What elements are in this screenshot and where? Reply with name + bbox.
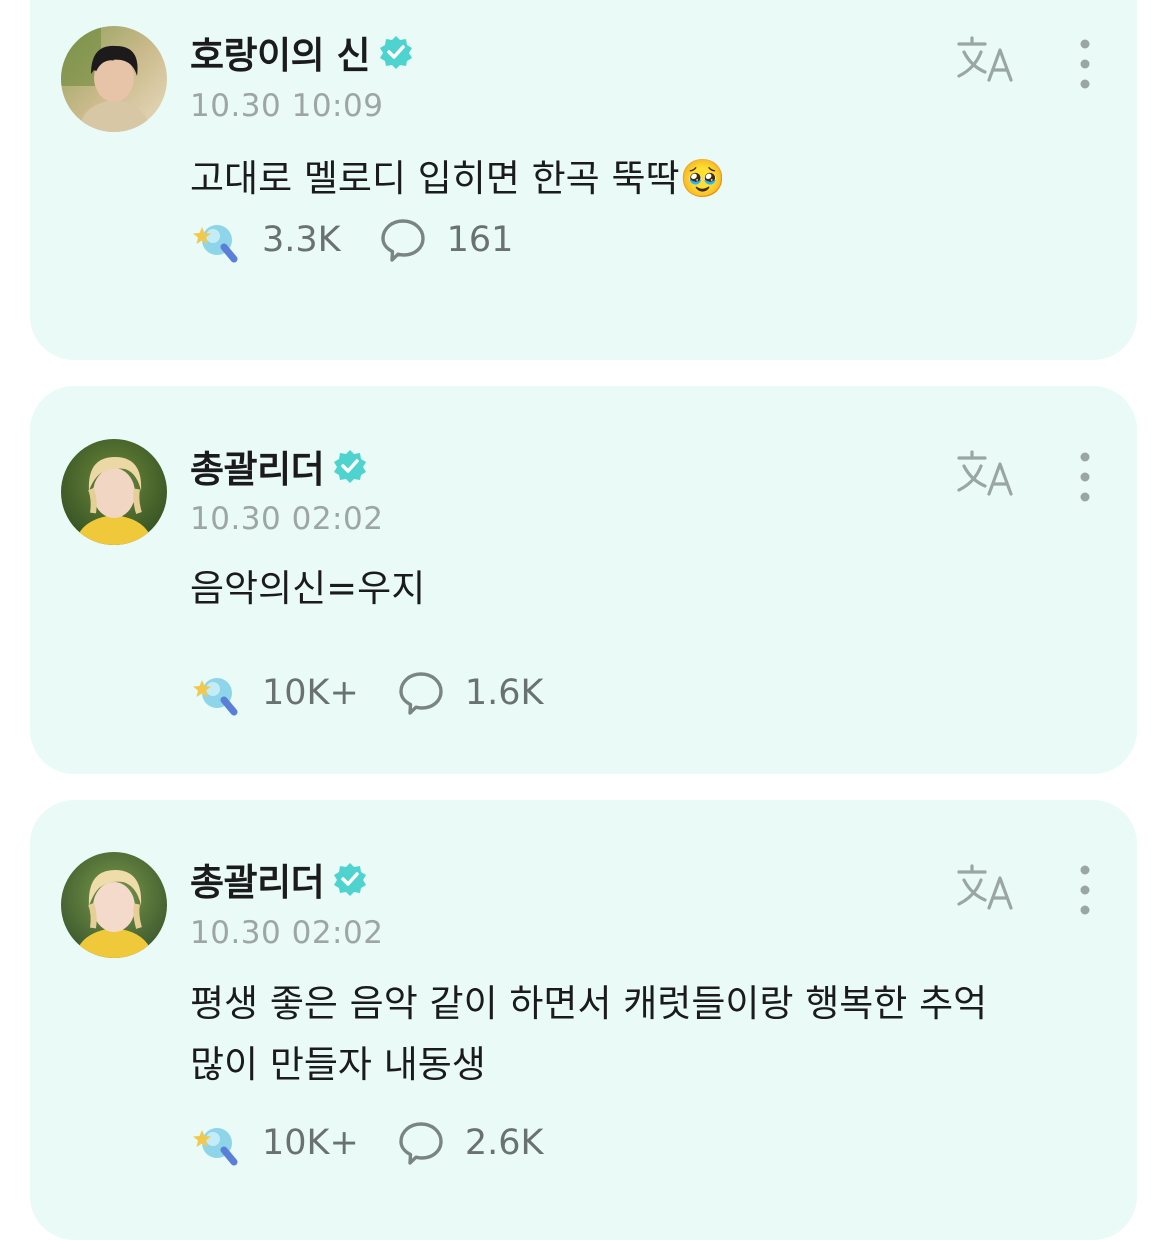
- post-timestamp: 10.30 02:02: [190, 915, 384, 951]
- comment-bubble-icon[interactable]: [397, 1119, 445, 1167]
- translate-icon[interactable]: [955, 34, 1017, 86]
- post-text-line: 음악의신=우지: [190, 567, 426, 610]
- avatar[interactable]: [61, 852, 167, 958]
- reaction-count: 10K+: [262, 673, 359, 713]
- avatar[interactable]: [61, 26, 167, 132]
- author-name[interactable]: 총괄리더: [190, 852, 325, 906]
- lightstick-reaction-icon[interactable]: [190, 215, 242, 265]
- comment-count: 1.6K: [464, 673, 544, 713]
- author-name[interactable]: 호랑이의 신: [190, 25, 371, 79]
- comment-count: 161: [446, 220, 514, 260]
- verified-badge-icon: [378, 34, 414, 70]
- post-card[interactable]: 총괄리더 10.30 02:02 평생 좋은 음악 같이 하면서 캐럿들이랑 행…: [30, 800, 1137, 1240]
- avatar[interactable]: [61, 439, 167, 545]
- verified-badge-icon: [332, 861, 368, 897]
- post-stats: 10K+ 2.6K: [190, 1118, 581, 1168]
- lightstick-reaction-icon[interactable]: [190, 1118, 242, 1168]
- post-text-line: 고대로 멜로디 입히면 한곡 뚝딱🥹: [190, 157, 726, 200]
- post-body: 고대로 멜로디 입히면 한곡 뚝딱🥹: [190, 148, 1110, 209]
- author-row: 총괄리더: [190, 853, 368, 905]
- comment-count: 2.6K: [464, 1123, 544, 1163]
- post-body: 음악의신=우지: [190, 558, 1110, 619]
- comment-bubble-icon[interactable]: [379, 216, 427, 264]
- author-name[interactable]: 총괄리더: [190, 439, 325, 493]
- author-row: 총괄리더: [190, 440, 368, 492]
- post-stats: 3.3K 161: [190, 215, 551, 265]
- more-options-icon[interactable]: [1065, 862, 1105, 918]
- reaction-count: 10K+: [262, 1123, 359, 1163]
- post-text-line: 많이 만들자 내동생: [190, 1043, 486, 1086]
- post-card[interactable]: 총괄리더 10.30 02:02 음악의신=우지 10K+ 1.6K: [30, 386, 1137, 774]
- post-text-line: 평생 좋은 음악 같이 하면서 캐럿들이랑 행복한 추억: [190, 982, 988, 1025]
- reaction-count: 3.3K: [262, 220, 341, 260]
- more-options-icon[interactable]: [1065, 36, 1105, 92]
- comment-bubble-icon[interactable]: [397, 669, 445, 717]
- post-timestamp: 10.30 02:02: [190, 501, 384, 537]
- translate-icon[interactable]: [955, 862, 1017, 914]
- post-timestamp: 10.30 10:09: [190, 88, 384, 124]
- lightstick-reaction-icon[interactable]: [190, 668, 242, 718]
- verified-badge-icon: [332, 448, 368, 484]
- post-body: 평생 좋은 음악 같이 하면서 캐럿들이랑 행복한 추억 많이 만들자 내동생: [190, 973, 1110, 1095]
- post-stats: 10K+ 1.6K: [190, 668, 581, 718]
- more-options-icon[interactable]: [1065, 449, 1105, 505]
- author-row: 호랑이의 신: [190, 26, 414, 78]
- translate-icon[interactable]: [955, 448, 1017, 500]
- post-card[interactable]: 호랑이의 신 10.30 10:09 고대로 멜로디 입히면 한곡 뚝딱🥹 3.…: [30, 0, 1137, 360]
